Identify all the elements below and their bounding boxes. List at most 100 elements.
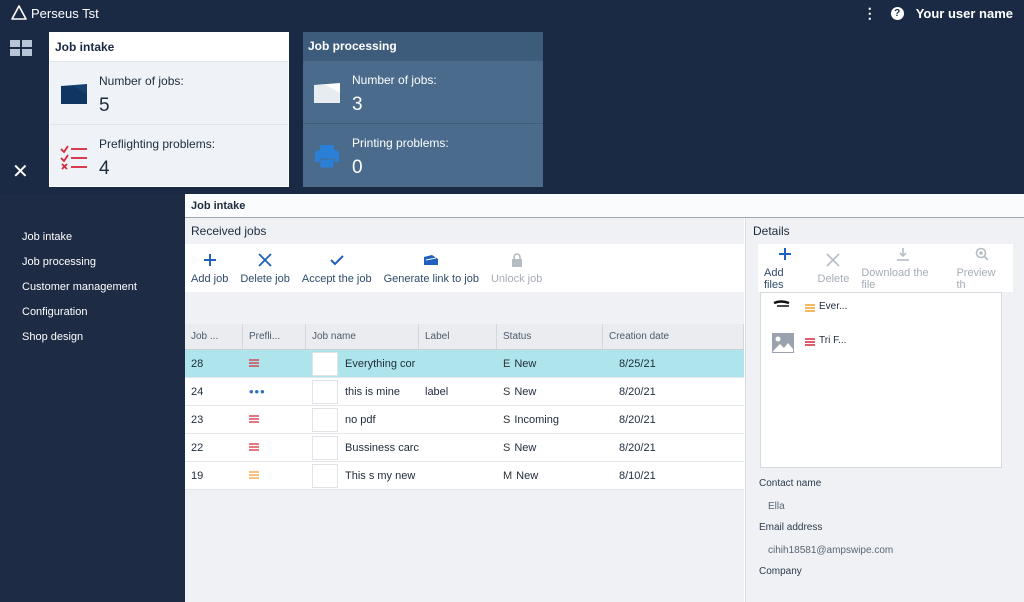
generate-link-button[interactable]: Generate link to job — [378, 244, 485, 292]
company-label: Company — [759, 566, 802, 577]
sidebar: Job intake Job processing Customer manag… — [0, 194, 185, 602]
status-cell: M New — [497, 462, 603, 490]
delete-file-button[interactable]: Delete — [812, 244, 856, 292]
jobs-metric[interactable]: Number of jobs: 3 — [303, 60, 543, 123]
table-row[interactable]: 19 This s my new M New 8/10/21 — [185, 462, 744, 490]
card-title: Job intake — [50, 33, 288, 61]
job-thumbnail — [312, 351, 338, 376]
status-prefix: E — [503, 357, 511, 370]
button-label: Add job — [191, 273, 229, 285]
jobs-label: Number of jobs: — [99, 74, 184, 88]
accept-job-button[interactable]: Accept the job — [296, 244, 378, 292]
column-header-label[interactable]: Label — [419, 324, 497, 349]
table-row[interactable]: 28 Everything cor E New 8/25/21 — [185, 350, 744, 378]
add-job-button[interactable]: Add job — [185, 244, 234, 292]
column-header-job-name[interactable]: Job name — [306, 324, 419, 349]
button-label: Accept the job — [301, 273, 372, 285]
details-toolbar: Add files Delete Download the file Previ… — [758, 244, 1013, 292]
column-header-creation-date[interactable]: Creation date — [603, 324, 744, 349]
check-icon — [330, 251, 344, 269]
problems-label: Preflighting problems: — [99, 137, 216, 151]
panel-title: Details — [753, 224, 790, 238]
help-icon[interactable]: ? — [890, 6, 904, 20]
table-row[interactable]: 24 ••• this is mine label S New 8/20/21 — [185, 378, 744, 406]
status-text: New — [514, 441, 537, 454]
column-header-status[interactable]: Status — [497, 324, 603, 349]
unlock-job-button[interactable]: Unlock job — [485, 244, 548, 292]
dashboard-grid-icon[interactable] — [10, 40, 32, 56]
received-toolbar: Add job Delete job Accept the job Genera… — [185, 244, 744, 292]
file-thumbnail — [771, 297, 795, 321]
jobs-value: 3 — [352, 94, 363, 115]
delete-job-button[interactable]: Delete job — [234, 244, 296, 292]
sidebar-item-job-intake[interactable]: Job intake — [0, 230, 185, 255]
close-icon[interactable]: ✕ — [12, 162, 29, 182]
perseus-logo-icon — [11, 5, 27, 21]
job-id-cell: 19 — [191, 469, 204, 482]
file-list: Ever... Tri F... — [760, 292, 1002, 468]
label-cell — [419, 406, 497, 434]
column-header-job-id[interactable]: Job ... — [185, 324, 243, 349]
panel-title: Received jobs — [191, 224, 267, 238]
status-prefix: M — [503, 469, 513, 482]
jobs-metric[interactable]: Number of jobs: 5 — [50, 61, 288, 124]
preflight-cell — [243, 406, 306, 434]
job-name-cell: Bussiness carc — [306, 434, 419, 462]
sidebar-item-shop-design[interactable]: Shop design — [0, 330, 185, 355]
more-options-icon[interactable]: ⋮ — [863, 6, 877, 20]
status-cell: S Incoming — [497, 406, 603, 434]
folder-icon — [59, 80, 89, 108]
received-jobs-panel: Received jobs Add job Delete job Accept … — [185, 218, 744, 602]
job-thumbnail — [312, 463, 338, 488]
sidebar-item-customer-management[interactable]: Customer management — [0, 280, 185, 305]
creation-date-cell: 8/20/21 — [619, 441, 656, 454]
label-cell — [419, 434, 497, 462]
sidebar-item-job-processing[interactable]: Job processing — [0, 255, 185, 280]
job-name-cell: This s my new — [306, 462, 419, 490]
add-files-button[interactable]: Add files — [758, 244, 812, 292]
job-intake-card[interactable]: Job intake Number of jobs: 5 Preflightin… — [49, 32, 289, 187]
sidebar-item-configuration[interactable]: Configuration — [0, 305, 185, 330]
printer-icon — [312, 142, 342, 170]
close-icon — [826, 251, 841, 269]
warning-list-icon — [805, 303, 815, 313]
status-text: New — [514, 357, 537, 370]
link-icon — [423, 251, 439, 269]
preflight-problem-icon — [249, 414, 259, 426]
problems-label: Printing problems: — [352, 136, 449, 150]
table-row[interactable]: 22 Bussiness carc S New 8/20/21 — [185, 434, 744, 462]
details-panel: Details Add files Delete Download the fi… — [745, 218, 1024, 602]
user-name[interactable]: Your user name — [916, 6, 1013, 21]
column-header-preflight[interactable]: Prefli... — [243, 324, 306, 349]
preflight-metric[interactable]: Preflighting problems: 4 — [50, 124, 288, 187]
status-prefix: S — [503, 413, 511, 426]
creation-date-cell: 8/20/21 — [619, 413, 656, 426]
jobs-table: Job ... Prefli... Job name Label Status … — [185, 324, 744, 490]
job-name: Everything cor — [345, 357, 416, 370]
main-area: Job intake Received jobs Add job Delete … — [185, 194, 1024, 602]
creation-date-cell: 8/25/21 — [619, 357, 656, 370]
button-label: Preview th — [956, 267, 996, 291]
preflight-warning-icon — [249, 470, 259, 482]
table-row[interactable]: 23 no pdf S Incoming 8/20/21 — [185, 406, 744, 434]
job-name-cell: this is mine — [306, 378, 419, 406]
section-title[interactable]: Job intake — [185, 194, 1024, 218]
preflight-problem-icon — [249, 358, 259, 370]
file-item[interactable]: Tri F... — [761, 327, 1001, 361]
button-label: Delete — [817, 273, 850, 285]
creation-date-cell: 8/20/21 — [619, 385, 656, 398]
problems-value: 0 — [352, 157, 363, 178]
preview-file-button[interactable]: Preview th — [950, 244, 1013, 292]
job-processing-card[interactable]: Job processing Number of jobs: 3 Printin… — [303, 32, 543, 187]
app-title: Perseus Tst — [31, 5, 99, 21]
download-file-button[interactable]: Download the file — [855, 244, 950, 292]
button-label: Download the file — [861, 267, 929, 291]
preflight-problem-icon — [249, 442, 259, 454]
problem-list-icon — [805, 337, 815, 347]
file-item[interactable]: Ever... — [761, 293, 1001, 327]
printing-metric[interactable]: Printing problems: 0 — [303, 123, 543, 186]
job-id-cell: 23 — [191, 413, 204, 426]
table-header: Job ... Prefli... Job name Label Status … — [185, 324, 744, 350]
image-placeholder-icon — [771, 331, 795, 355]
problems-value: 4 — [99, 158, 110, 179]
